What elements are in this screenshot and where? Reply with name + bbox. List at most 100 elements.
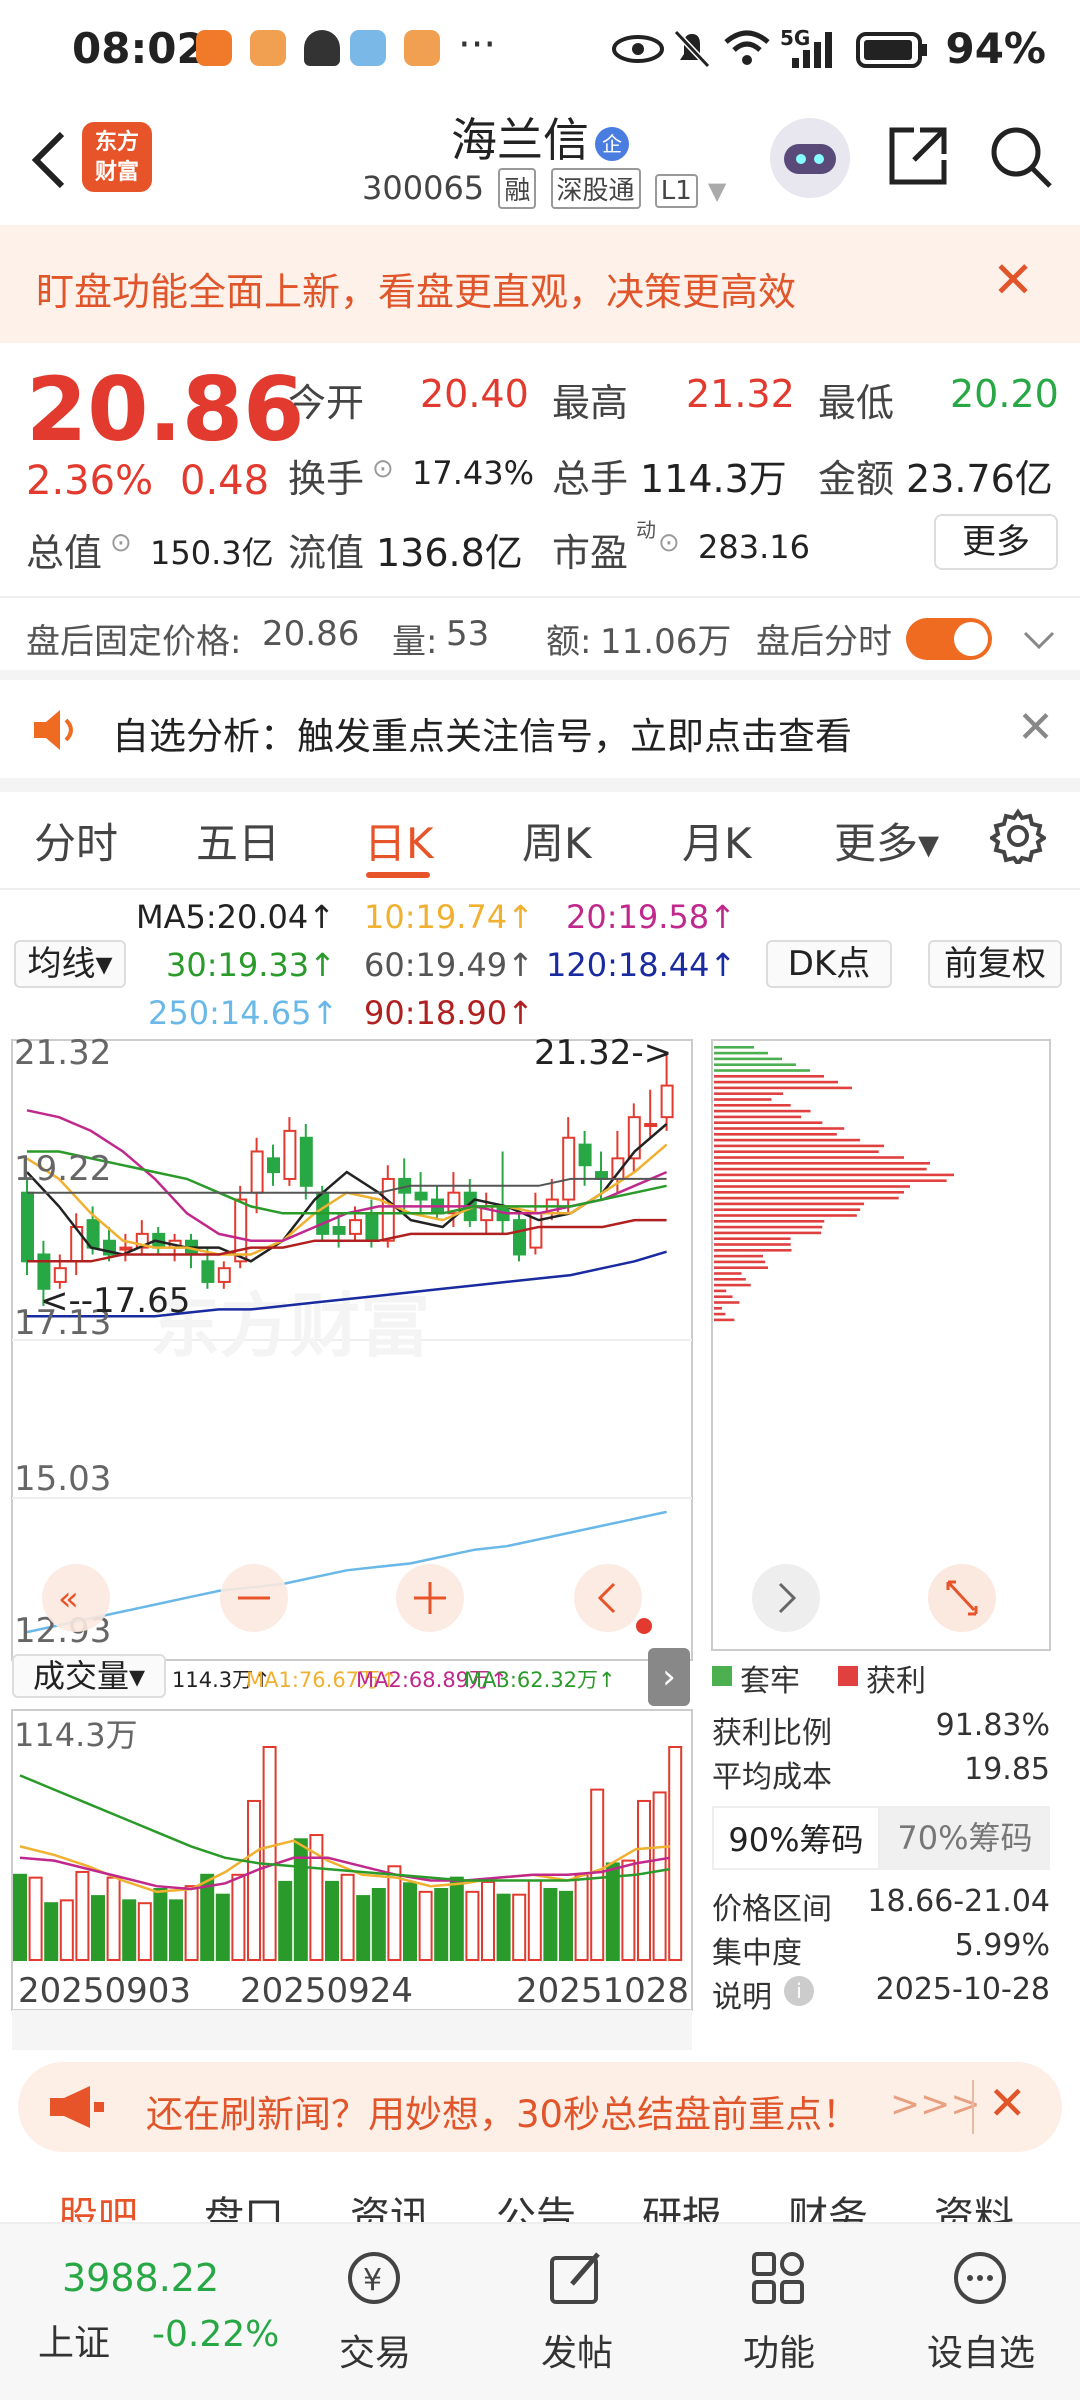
chevron-down-icon[interactable] xyxy=(1022,628,1056,652)
chip-bar xyxy=(714,1295,733,1298)
analysis-banner[interactable]: 自选分析：触发重点关注信号，立即点击查看 ✕ xyxy=(0,680,1080,780)
tab-guba[interactable]: 股吧 xyxy=(58,2184,138,2222)
candle-body xyxy=(381,1177,395,1242)
close-icon[interactable]: ✕ xyxy=(988,2076,1027,2130)
volume-bar xyxy=(574,1873,589,1961)
stock-code-row[interactable]: 300065 融 深股通 L1 ▼ xyxy=(362,168,726,209)
scroll-left-button[interactable] xyxy=(574,1564,642,1632)
avg-cost-label: 平均成本 xyxy=(712,1760,832,1795)
candle-body xyxy=(201,1260,215,1283)
chip-bar xyxy=(714,1156,904,1159)
chip-bar xyxy=(714,1307,722,1310)
profit-ratio-label: 获利比例 xyxy=(712,1716,832,1751)
tab-research[interactable]: 研报 xyxy=(642,2184,722,2222)
add-watchlist-icon[interactable] xyxy=(950,2248,1010,2308)
candle-body xyxy=(299,1136,313,1187)
volume-bar xyxy=(559,1890,573,1962)
nav-trade[interactable]: 交易 xyxy=(300,2324,450,2376)
volume-bar xyxy=(184,1885,199,1961)
tab-news[interactable]: 资讯 xyxy=(350,2184,430,2222)
share-icon[interactable] xyxy=(886,124,950,188)
volume-bar xyxy=(434,1888,449,1961)
chip-bar xyxy=(714,1191,904,1194)
chip-next-button[interactable] xyxy=(752,1564,820,1632)
y-label: 15.03 xyxy=(14,1459,111,1499)
status-bar: 08:02 ··· 5G 94% xyxy=(0,0,1080,100)
tab-finance[interactable]: 财务 xyxy=(788,2184,868,2222)
after-hours-toggle[interactable] xyxy=(906,618,992,660)
info-icon[interactable]: i xyxy=(784,1976,814,2006)
info-icon[interactable]: ⊙ xyxy=(372,454,394,484)
index-change[interactable]: -0.22% xyxy=(152,2314,279,2355)
chip-bar xyxy=(714,1301,740,1304)
volume-bar xyxy=(652,1791,667,1961)
volume-bar xyxy=(637,1799,651,1962)
date-label: 20250903 xyxy=(18,1971,191,2011)
volume-bar xyxy=(13,1873,27,1961)
ma90-legend: 90:18.90↑ xyxy=(364,994,534,1032)
chip-bar xyxy=(714,1185,910,1188)
chip-bar xyxy=(714,1150,879,1153)
tab-five-day[interactable]: 五日 xyxy=(196,810,280,871)
amount-value: 23.76亿 xyxy=(906,457,1053,501)
close-icon[interactable]: ✕ xyxy=(1017,702,1054,753)
nav-function[interactable]: 功能 xyxy=(704,2324,854,2376)
tab-daily-k[interactable]: 日K xyxy=(364,810,434,871)
index-name[interactable]: 上证 xyxy=(38,2314,110,2366)
info-icon[interactable]: ⊙ xyxy=(110,528,132,558)
dk-point-select[interactable]: DK点 xyxy=(766,940,892,988)
function-grid-icon[interactable] xyxy=(748,2248,808,2308)
nav-post[interactable]: 发帖 xyxy=(502,2324,652,2376)
robot-eye xyxy=(814,154,824,164)
index-value[interactable]: 3988.22 xyxy=(62,2256,219,2300)
volume-expand-button[interactable]: › xyxy=(648,1648,690,1706)
note-label: 说明 xyxy=(712,1980,772,2015)
date-label: 20251028 xyxy=(516,1971,689,2011)
feature-banner[interactable]: 盯盘功能全面上新，看盘更直观，决策更高效 ✕ xyxy=(0,225,1080,343)
more-button[interactable]: 更多 xyxy=(934,514,1058,570)
price-adjust-select[interactable]: 前复权 xyxy=(928,940,1062,988)
trade-yen-icon[interactable]: ¥ xyxy=(344,2248,404,2308)
volume-bar xyxy=(356,1895,371,1961)
tab-intraday[interactable]: 分时 xyxy=(34,810,118,871)
amount-label: 金额 xyxy=(818,457,895,501)
tab-profile[interactable]: 资料 xyxy=(934,2184,1014,2222)
ai-assistant-avatar[interactable] xyxy=(770,118,850,198)
nav-add-watchlist[interactable]: 设自选 xyxy=(906,2324,1056,2376)
chip-bar xyxy=(714,1109,811,1113)
tab-pankou[interactable]: 盘口 xyxy=(204,2184,284,2222)
candle-body xyxy=(53,1267,67,1283)
indicator-select[interactable]: 均线▾ xyxy=(14,940,126,988)
miaoxiang-banner[interactable]: 还在刷新闻？用妙想，30秒总结盘前重点！ >>> ✕ xyxy=(18,2062,1062,2152)
volume-bar xyxy=(91,1895,105,1961)
search-icon[interactable] xyxy=(988,124,1054,190)
mute-bell-icon xyxy=(673,29,711,69)
dropdown-arrow-icon: ▼ xyxy=(707,177,727,205)
info-icon[interactable]: ⊙ xyxy=(658,528,680,558)
tab-chip-90[interactable]: 90%筹码 xyxy=(712,1806,880,1870)
y-label: 19.22 xyxy=(14,1149,111,1189)
ma20-legend: 20:19.58↑ xyxy=(566,898,736,936)
post-edit-icon[interactable] xyxy=(546,2248,606,2308)
close-icon[interactable]: ✕ xyxy=(992,251,1034,309)
watermark: 东方财富 xyxy=(150,1285,430,1367)
tab-weekly-k[interactable]: 周K xyxy=(522,810,592,871)
tab-more[interactable]: 更多▾ xyxy=(834,810,939,871)
volume-top-label: 114.3万 xyxy=(14,1716,138,1754)
double-left-icon: « xyxy=(58,1579,79,1619)
tab-announcements[interactable]: 公告 xyxy=(496,2184,576,2222)
chip-bar xyxy=(714,1069,810,1072)
connect-tag: 深股通 xyxy=(550,168,641,209)
tab-monthly-k[interactable]: 月K xyxy=(682,810,752,871)
volume-indicator-select[interactable]: 成交量▾ xyxy=(12,1654,166,1698)
speaker-icon xyxy=(34,710,73,750)
tab-chip-70[interactable]: 70%筹码 xyxy=(880,1806,1050,1870)
date-axis-bg xyxy=(12,2010,692,2050)
candle-body xyxy=(513,1219,526,1256)
chip-bar xyxy=(714,1266,769,1269)
battery-percent: 94% xyxy=(945,24,1046,73)
settings-gear-icon[interactable] xyxy=(990,808,1046,864)
high-value: 21.32 xyxy=(686,372,795,416)
candle-body xyxy=(250,1150,264,1194)
candle-body xyxy=(644,1123,658,1128)
